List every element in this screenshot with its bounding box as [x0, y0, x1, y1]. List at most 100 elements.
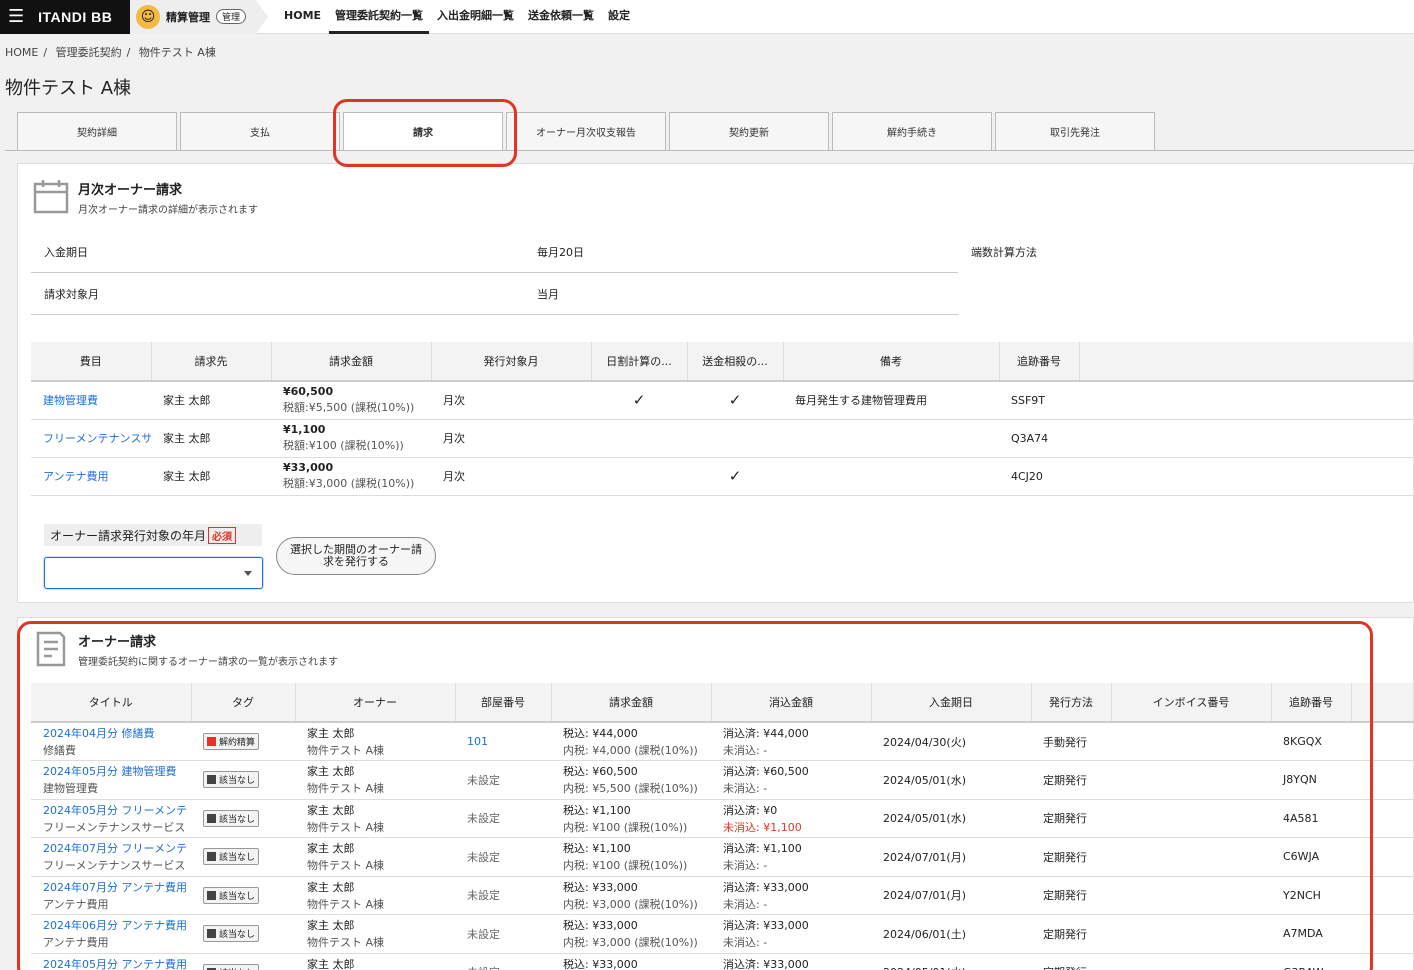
amount-value: 税込: ¥1,100: [563, 842, 631, 856]
unreconciled-value: 未消込: -: [723, 782, 768, 796]
cell-payee: 家主 太郎: [151, 419, 271, 458]
owner-property: 物件テスト A棟: [307, 936, 385, 950]
issue-owner-billing-button[interactable]: 選択した期間のオーナー請求を発行する: [276, 537, 436, 575]
nav-item[interactable]: 入出金明細一覧: [431, 0, 520, 34]
cell-owner: 家主 太郎物件テスト A棟: [295, 876, 455, 915]
billing-title-link[interactable]: 2024年07月分 アンテナ費用: [43, 879, 187, 895]
hamburger-menu-icon[interactable]: ☰: [8, 6, 24, 27]
column-header: 備考: [783, 342, 1000, 382]
cell-due-date: 2024/05/01(水): [871, 799, 1031, 838]
billing-title-sub: フリーメンテナンスサービス: [43, 820, 186, 834]
billing-title-sub: 修繕費: [43, 744, 76, 757]
cell-owner: 家主 太郎物件テスト A棟: [295, 760, 455, 800]
tag-label: 解約精算: [219, 738, 256, 748]
nav-item[interactable]: 管理委託契約一覧: [329, 0, 430, 34]
tab[interactable]: 契約更新: [669, 112, 829, 150]
cell-prorate-check-icon: [591, 419, 687, 458]
tag-label: 該当なし: [219, 891, 256, 902]
owner-name: 家主 太郎: [307, 957, 355, 970]
cell-tracking: 4CJ20: [999, 457, 1079, 496]
tab[interactable]: 契約詳細: [17, 112, 177, 150]
amount-tax: 内税: ¥100 (課税(10%)): [563, 820, 688, 834]
amount-value: 税込: ¥33,000: [563, 919, 638, 933]
payment-date-label: 入金期日: [44, 246, 88, 259]
billing-title-link[interactable]: 2024年04月分 修繕費: [43, 725, 187, 741]
nav-item[interactable]: 送金依頼一覧: [522, 0, 600, 34]
app-avatar-icon: ☺: [136, 4, 160, 29]
cell-tag: 該当なし: [191, 799, 295, 838]
tab[interactable]: オーナー月次収支報告: [506, 112, 666, 150]
cell-tag: 該当なし: [191, 914, 295, 954]
column-header: タグ: [191, 683, 296, 723]
nav-item[interactable]: 設定: [602, 0, 636, 34]
owner-name: 家主 太郎: [307, 842, 355, 856]
item-link[interactable]: フリーメンテナンスサービス: [43, 432, 151, 445]
room-link[interactable]: 101: [467, 735, 488, 748]
column-header: 追跡番号: [999, 342, 1080, 382]
cell-amount: 税込: ¥44,000 内税: ¥4,000 (課税(10%)): [551, 722, 711, 761]
amount-tax: 内税: ¥5,500 (課税(10%)): [563, 782, 698, 796]
room-unset: 未設定: [467, 850, 500, 864]
amount-value: 税込: ¥33,000: [563, 957, 638, 970]
tag-color-swatch: [207, 852, 216, 862]
tag-badge: 解約精算: [203, 733, 260, 750]
breadcrumb-contracts[interactable]: 管理委託契約: [56, 46, 122, 59]
item-link[interactable]: アンテナ費用: [43, 470, 109, 483]
billing-title-link[interactable]: 2024年06月分 アンテナ費用: [43, 917, 187, 933]
tag-label: 該当なし: [219, 930, 256, 941]
target-month-label: 請求対象月: [44, 288, 99, 301]
tax-value: 税額:¥100 (課税(10%)): [283, 439, 404, 452]
reconciled-value: 消込済: ¥0: [723, 803, 778, 817]
column-header: 送金相殺の...: [687, 342, 784, 382]
page-title: 物件テスト A棟: [5, 78, 132, 99]
owner-property: 物件テスト A棟: [307, 820, 385, 834]
tab[interactable]: 支払: [180, 112, 340, 150]
billing-title-link[interactable]: 2024年05月分 フリーメンテナンスサービス: [43, 802, 187, 818]
billing-title-link[interactable]: 2024年07月分 フリーメンテナンスサービス: [43, 840, 187, 856]
billing-title-link[interactable]: 2024年05月分 建物管理費: [43, 763, 187, 779]
cell-title: 2024年07月分 フリーメンテナンスサービスフリーメンテナンスサービス: [31, 837, 191, 877]
brand-logo[interactable]: ITANDI BB: [38, 9, 112, 25]
breadcrumb-home[interactable]: HOME: [5, 46, 38, 59]
cell-month: 月次: [431, 419, 591, 458]
tab[interactable]: 取引先発注: [995, 112, 1155, 150]
issue-month-select[interactable]: [44, 557, 263, 589]
info-divider: [31, 314, 958, 315]
unreconciled-value: 未消込: -: [723, 859, 768, 873]
billing-title-link[interactable]: 2024年05月分 アンテナ費用: [43, 956, 187, 970]
cell-room: 未設定: [455, 760, 551, 800]
cell-month: 月次: [431, 381, 591, 420]
tab[interactable]: 請求: [343, 112, 503, 150]
cell-room: 101: [455, 722, 551, 761]
item-link[interactable]: 建物管理費: [43, 394, 98, 407]
cell-method: 定期発行: [1031, 760, 1111, 800]
owner-panel-subtitle: 管理委託契約に関するオーナー請求の一覧が表示されます: [78, 657, 338, 668]
amount-tax: 内税: ¥4,000 (課税(10%)): [563, 744, 698, 757]
table-row: フリーメンテナンスサービス家主 太郎 ¥1,100 税額:¥100 (課税(10%)…: [31, 419, 1414, 458]
amount-value: ¥33,000: [283, 461, 334, 474]
top-nav: ☰ ITANDI BB ☺ 精算管理 管理 HOME 管理委託契約一覧 入出金明細一…: [0, 0, 1414, 34]
tag-badge: 該当なし: [203, 771, 260, 789]
cell-amount: 税込: ¥33,000内税: ¥3,000 (課税(10%)): [551, 953, 711, 970]
cell-invoice: [1111, 799, 1271, 838]
app-switcher[interactable]: ☺ 精算管理 管理: [130, 0, 269, 34]
tag-color-swatch: [207, 737, 216, 746]
room-unset: 未設定: [467, 966, 500, 970]
cell-reconciled: 消込済: ¥33,000 未消込: -: [711, 914, 871, 954]
nav-item[interactable]: HOME: [278, 0, 327, 34]
cell-invoice: [1111, 914, 1271, 954]
cell-payee: 家主 太郎: [151, 457, 271, 496]
cell-room: 未設定: [455, 914, 551, 954]
cell-prorate-check-icon: ✓: [591, 381, 687, 420]
tag-badge: 該当なし: [203, 848, 260, 866]
cell-method: 定期発行: [1031, 876, 1111, 915]
info-divider: [31, 272, 958, 273]
reconciled-value: 消込済: ¥33,000: [723, 880, 809, 894]
cell-empty: [1351, 914, 1414, 954]
brand-bar: ☰ ITANDI BB: [0, 0, 130, 34]
cell-note: [783, 419, 999, 458]
required-badge: 必須: [208, 526, 237, 544]
tab[interactable]: 解約手続き: [832, 112, 992, 150]
cell-tracking: Y2NCH: [1271, 876, 1351, 915]
cell-room: 未設定: [455, 953, 551, 970]
